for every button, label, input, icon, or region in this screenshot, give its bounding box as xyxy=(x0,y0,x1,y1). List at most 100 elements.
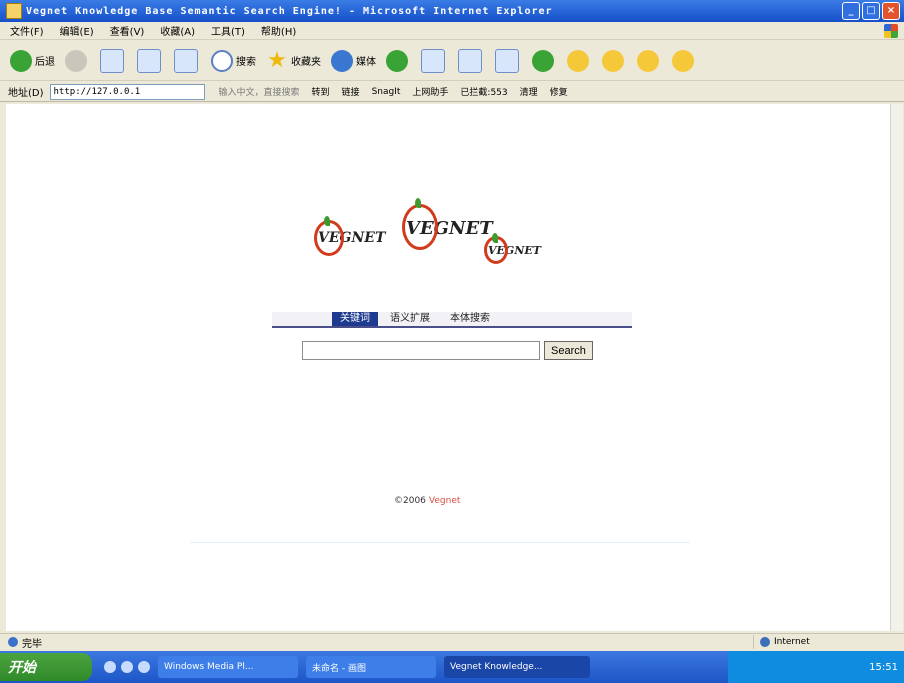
vegnet-logo-small: VEGNET xyxy=(314,216,385,256)
vertical-scrollbar[interactable] xyxy=(890,104,903,631)
start-button[interactable]: 开始 xyxy=(0,653,92,681)
search-toolbar-label: 搜索 xyxy=(236,57,256,68)
task-vegnet-ie[interactable]: Vegnet Knowledge... xyxy=(444,656,590,678)
window-controls: _ □ × xyxy=(842,2,900,20)
vegnet-logo-tiny: VEGNET xyxy=(484,233,541,264)
page-content: VEGNET VEGNET VEGNET 关键词 语义扩展 本体搜索 Searc… xyxy=(6,104,890,631)
clean-button[interactable]: 清理 xyxy=(520,85,538,98)
media-button[interactable]: 媒体 xyxy=(331,49,376,72)
search-input[interactable] xyxy=(302,341,540,360)
menu-bar: 文件(F) 编辑(E) 查看(V) 收藏(A) 工具(T) 帮助(H) xyxy=(0,22,904,40)
search-toolbar-button[interactable]: 搜索 xyxy=(211,49,256,72)
logo-leaf-icon xyxy=(492,233,498,243)
maximize-button[interactable]: □ xyxy=(862,2,880,20)
system-tray: 15:51 xyxy=(728,651,904,683)
mail-icon xyxy=(421,48,445,73)
folder-icon xyxy=(602,49,624,72)
standard-toolbar: 后退 搜索 ★ 收藏夹 媒体 xyxy=(0,41,904,81)
quick-launch-ie-icon[interactable] xyxy=(104,661,116,673)
messenger-button[interactable] xyxy=(532,49,557,72)
zone-label: Internet xyxy=(774,637,810,647)
ie-app-icon xyxy=(6,3,22,19)
search-button[interactable]: Search xyxy=(544,341,593,360)
popup-blocked-counter[interactable]: 已拦截:553 xyxy=(460,85,507,98)
messenger-icon xyxy=(532,49,554,72)
edit-icon xyxy=(495,48,519,73)
tab-keyword[interactable]: 关键词 xyxy=(332,312,378,326)
copyright-footer: ©2006 Vegnet xyxy=(394,496,460,506)
logo-ring-icon xyxy=(402,204,438,250)
start-label: 开始 xyxy=(8,660,36,676)
tab-semantic-expansion[interactable]: 语义扩展 xyxy=(382,312,438,326)
menu-favorites[interactable]: 收藏(A) xyxy=(160,23,195,38)
task-media-player[interactable]: Windows Media Pl... xyxy=(158,656,298,678)
edit-button[interactable] xyxy=(495,48,522,73)
logo-leaf-icon xyxy=(415,198,421,208)
quick-launch-media-icon[interactable] xyxy=(121,661,133,673)
smiley-icon xyxy=(637,49,659,72)
print-icon xyxy=(458,48,482,73)
vegnet-logo-large: VEGNET xyxy=(402,198,493,250)
taskbar: 开始 Windows Media Pl... 未命名 - 画图 Vegnet K… xyxy=(0,651,904,683)
url-text: http://127.0.0.1 xyxy=(53,86,141,97)
go-button[interactable]: 转到 xyxy=(312,85,330,98)
minimize-button[interactable]: _ xyxy=(842,2,860,20)
favorites-button[interactable]: ★ 收藏夹 xyxy=(266,47,321,73)
print-button[interactable] xyxy=(458,48,485,73)
search-form: Search xyxy=(302,341,593,360)
logo-leaf-icon xyxy=(324,216,330,226)
task-paint[interactable]: 未命名 - 画图 xyxy=(306,656,436,678)
url-field[interactable]: http://127.0.0.1 xyxy=(49,83,205,100)
copyright-brand: Vegnet xyxy=(428,496,461,506)
mail-button[interactable] xyxy=(421,48,448,73)
forward-arrow-icon xyxy=(65,49,87,72)
emoticon-icon xyxy=(672,49,694,72)
window-title: Vegnet Knowledge Base Semantic Search En… xyxy=(26,5,553,17)
close-button[interactable]: × xyxy=(882,2,900,20)
quick-launch-desktop-icon[interactable] xyxy=(138,661,150,673)
clock[interactable]: 15:51 xyxy=(869,662,898,673)
refresh-button[interactable] xyxy=(137,48,164,73)
favorites-label: 收藏夹 xyxy=(291,57,321,68)
back-button[interactable]: 后退 xyxy=(10,49,55,72)
smiley-button[interactable] xyxy=(637,49,662,72)
links-button[interactable]: 链接 xyxy=(342,85,360,98)
emoticon-button[interactable] xyxy=(672,49,697,72)
quick-launch xyxy=(104,661,150,673)
menu-file[interactable]: 文件(F) xyxy=(10,23,44,38)
repair-button[interactable]: 修复 xyxy=(550,85,568,98)
snagit-button[interactable]: SnagIt xyxy=(372,87,401,97)
address-bar: 地址(D) http://127.0.0.1 输入中文，直接搜索 转到 链接 S… xyxy=(0,82,904,102)
menu-edit[interactable]: 编辑(E) xyxy=(60,23,94,38)
address-label: 地址(D) xyxy=(8,88,44,99)
star-icon: ★ xyxy=(267,47,287,73)
folder-button[interactable] xyxy=(602,49,627,72)
assistant-button[interactable]: 上网助手 xyxy=(412,85,448,98)
home-icon xyxy=(174,48,198,73)
media-icon xyxy=(331,49,353,72)
media-label: 媒体 xyxy=(356,57,376,68)
footer-divider xyxy=(190,542,690,543)
copyright-year: ©2006 xyxy=(394,496,426,506)
history-button[interactable] xyxy=(386,49,411,72)
tab-ontology-search[interactable]: 本体搜索 xyxy=(442,312,498,326)
menu-tools[interactable]: 工具(T) xyxy=(211,23,245,38)
windows-logo-icon xyxy=(884,24,898,38)
search-mode-tabs: 关键词 语义扩展 本体搜索 xyxy=(272,312,632,328)
status-text: 完毕 xyxy=(22,638,42,650)
qq-button[interactable] xyxy=(567,49,592,72)
vegnet-logo-group: VEGNET VEGNET VEGNET xyxy=(314,198,578,280)
home-button[interactable] xyxy=(174,48,201,73)
forward-button[interactable] xyxy=(65,49,90,72)
qq-icon xyxy=(567,49,589,72)
globe-icon xyxy=(760,637,770,647)
back-arrow-icon xyxy=(10,49,32,72)
history-icon xyxy=(386,49,408,72)
menu-help[interactable]: 帮助(H) xyxy=(261,23,296,38)
title-bar[interactable]: Vegnet Knowledge Base Semantic Search En… xyxy=(0,0,904,22)
refresh-icon xyxy=(137,48,161,73)
stop-button[interactable] xyxy=(100,48,127,73)
menu-view[interactable]: 查看(V) xyxy=(110,23,145,38)
status-bar: 完毕 Internet xyxy=(0,633,904,650)
addressbar-search-hint[interactable]: 输入中文，直接搜索 xyxy=(219,85,300,98)
